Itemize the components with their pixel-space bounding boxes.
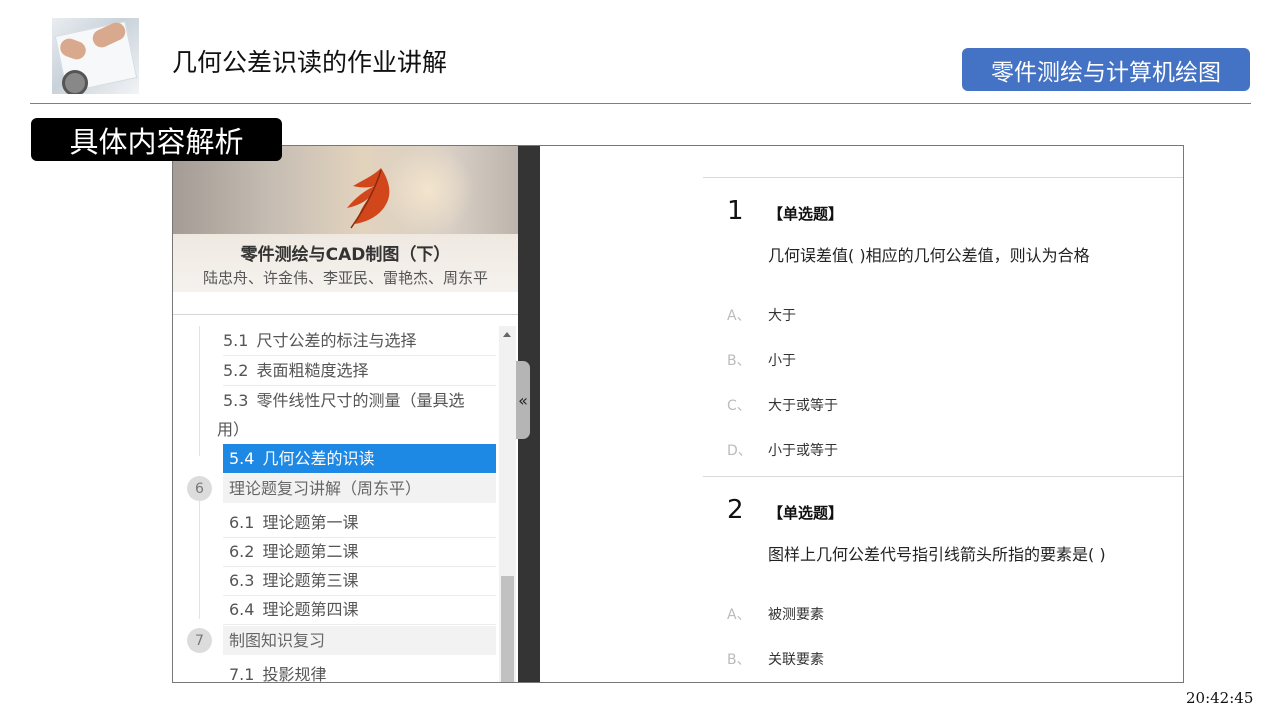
chapter-number-badge: 7 [187,628,212,653]
answer-option-a[interactable]: A、 被测要素 [727,604,824,624]
slide-title: 几何公差识读的作业讲解 [172,48,448,77]
chapter-number-badge: 6 [187,476,212,501]
section-label: 具体内容解析 [31,118,282,161]
toc-item-6-3[interactable]: 6.3 理论题第三课 [223,566,496,596]
embedded-screenshot: 零件测绘与CAD制图（下） 陆忠舟、许金伟、李亚民、雷艳杰、周东平 5.1 尺寸公… [172,145,1184,683]
answer-option-d[interactable]: D、 小于或等于 [727,440,838,460]
book-cover: 零件测绘与CAD制图（下） 陆忠舟、许金伟、李亚民、雷艳杰、周东平 [173,146,518,292]
course-badge: 零件测绘与计算机绘图 [962,48,1250,91]
toc-item-7-1[interactable]: 7.1 投影规律 [223,660,496,682]
answer-option-b[interactable]: B、 关联要素 [727,649,824,669]
toc-item-6-1[interactable]: 6.1 理论题第一课 [223,508,496,538]
toc-item-5-3[interactable]: 5.3 零件线性尺寸的测量（量具选 用） [217,386,496,445]
answer-option-b[interactable]: B、 小于 [727,350,796,370]
toc-item-6-2[interactable]: 6.2 理论题第二课 [223,537,496,567]
scrollbar-thumb[interactable] [501,576,514,682]
question-divider [703,177,1183,178]
book-title: 零件测绘与CAD制图（下） [240,245,451,265]
measuring-tool-icon [62,70,88,94]
toc-item-5-2[interactable]: 5.2 表面粗糙度选择 [223,356,496,386]
question-text: 几何误差值( )相应的几何公差值，则认为合格 [768,246,1090,265]
toc-item-5-4-active[interactable]: 5.4 几何公差的识读 [223,444,496,473]
collapse-sidebar-button[interactable]: « [516,361,530,439]
course-sidebar: 零件测绘与CAD制图（下） 陆忠舟、许金伟、李亚民、雷艳杰、周东平 5.1 尺寸公… [173,146,518,682]
toc-item-5-1[interactable]: 5.1 尺寸公差的标注与选择 [223,326,496,356]
sidebar-divider [173,314,518,315]
question-text: 图样上几何公差代号指引线箭头所指的要素是( ) [768,545,1106,564]
toc-item-6-4[interactable]: 6.4 理论题第四课 [223,595,496,625]
answer-option-a[interactable]: A、 大于 [727,305,796,325]
question-type: 【单选题】 [768,205,844,223]
book-authors: 陆忠舟、许金伟、李亚民、雷艳杰、周东平 [202,269,488,287]
question-number: 1 [727,196,744,226]
question-type: 【单选题】 [768,504,844,522]
timestamp: 20:42:45 [1186,689,1254,707]
maple-leaf-icon [347,168,390,229]
question-number: 2 [727,495,744,525]
scroll-up-arrow-icon[interactable] [503,332,511,337]
sidebar-scrollbar[interactable] [499,326,516,682]
question-divider [703,476,1183,477]
header-photo [52,18,139,94]
questions-panel: 1 【单选题】 几何误差值( )相应的几何公差值，则认为合格 A、 大于 B、 小于… [540,146,1183,682]
double-chevron-left-icon: « [518,390,528,410]
table-of-contents: 5.1 尺寸公差的标注与选择 5.2 表面粗糙度选择 5.3 零件线性尺寸的测量（量具… [173,326,498,682]
toc-chapter-7[interactable]: 制图知识复习 [223,626,496,655]
answer-option-c[interactable]: C、 大于或等于 [727,395,838,415]
header-divider [30,103,1251,104]
toc-chapter-6[interactable]: 理论题复习讲解（周东平） [223,474,496,503]
